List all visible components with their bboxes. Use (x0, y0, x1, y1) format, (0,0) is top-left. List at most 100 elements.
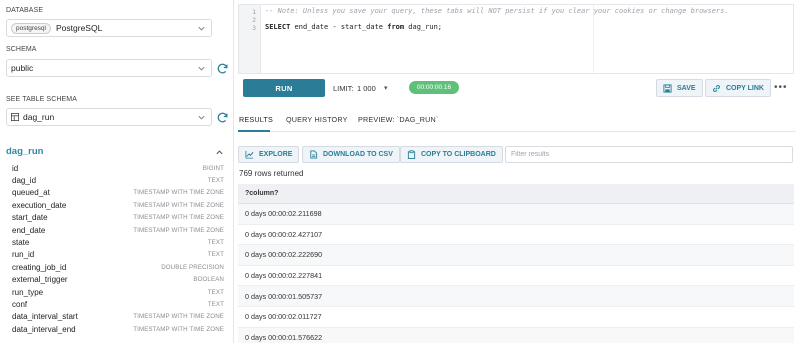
column-name: queued_at (12, 188, 50, 198)
table-row[interactable]: 0 days 00:00:02.227841 (238, 266, 794, 287)
explore-button[interactable]: EXPLORE (238, 146, 300, 163)
more-options-icon[interactable]: ••• (774, 82, 788, 93)
table-row[interactable]: 0 days 00:00:02.011727 (238, 307, 794, 328)
column-type: TIMESTAMP WITH TIME ZONE (133, 226, 224, 234)
see-table-schema-label: SEE TABLE SCHEMA (6, 96, 77, 103)
table-cell: 0 days 00:00:02.227841 (245, 271, 323, 281)
schema-table-title: dag_run (6, 146, 44, 157)
column-type: TIMESTAMP WITH TIME ZONE (133, 214, 224, 222)
column-row: data_interval_end TIMESTAMP WITH TIME ZON… (12, 323, 224, 335)
column-type: TIMESTAMP WITH TIME ZONE (133, 313, 224, 321)
run-button[interactable]: RUN (243, 79, 325, 97)
tab-preview[interactable]: PREVIEW: `DAG_RUN` (358, 115, 439, 124)
column-list: id BIGINT dag_id TEXT queued_at TIMESTAMP W… (12, 162, 224, 335)
sql-expression: end_date - start_date (290, 23, 388, 31)
schema-value: public (11, 63, 34, 73)
database-select[interactable]: postgresql PostgreSQL (6, 19, 212, 37)
code-sql-line: SELECT end_date - start_date from dag_ru… (265, 23, 442, 31)
line-number: 1 (252, 8, 256, 16)
chevron-up-icon[interactable] (215, 148, 224, 157)
chevron-down-icon (198, 66, 205, 71)
database-label: DATABASE (6, 7, 44, 14)
download-csv-button[interactable]: DOWNLOAD TO CSV (302, 146, 400, 163)
column-name: start_date (12, 213, 48, 223)
tab-query-history[interactable]: QUERY HISTORY (286, 115, 348, 124)
clipboard-icon (407, 150, 416, 159)
copy-clipboard-label: COPY TO CLIPBOARD (421, 151, 496, 158)
column-name: end_date (12, 225, 46, 235)
print-margin-line (593, 5, 594, 73)
results-table: ?column? 0 days 00:00:02.211698 0 days 0… (238, 184, 794, 343)
table-cell: 0 days 00:00:01.505737 (245, 291, 323, 301)
column-row: run_id TEXT (12, 249, 224, 261)
table-cell: 0 days 00:00:01.576622 (245, 332, 323, 342)
table-header[interactable]: ?column? (238, 184, 794, 204)
table-icon (11, 113, 19, 121)
filter-results-input[interactable] (505, 146, 793, 163)
copy-link-button[interactable]: COPY LINK (705, 79, 771, 97)
result-tabs: RESULTS QUERY HISTORY PREVIEW: `DAG_RUN` (238, 108, 796, 132)
column-type: TEXT (207, 300, 224, 308)
column-row: execution_date TIMESTAMP WITH TIME ZONE (12, 199, 224, 211)
line-number: 2 (252, 16, 256, 24)
download-csv-label: DOWNLOAD TO CSV (323, 151, 393, 158)
refresh-schema-icon[interactable] (216, 62, 229, 75)
limit-dropdown-icon[interactable]: ▾ (384, 84, 388, 92)
table-row[interactable]: 0 days 00:00:02.427107 (238, 225, 794, 246)
table-row[interactable]: 0 days 00:00:02.222690 (238, 245, 794, 266)
column-type: TIMESTAMP WITH TIME ZONE (133, 201, 224, 209)
column-name: execution_date (12, 200, 67, 210)
chevron-down-icon (198, 115, 205, 120)
chart-line-icon (245, 150, 254, 159)
column-type: TIMESTAMP WITH TIME ZONE (133, 189, 224, 197)
table-select[interactable]: dag_run (6, 108, 212, 126)
table-row[interactable]: 0 days 00:00:01.576622 (238, 327, 794, 343)
column-name: conf (12, 299, 28, 309)
save-button[interactable]: SAVE (656, 79, 703, 97)
column-type: TIMESTAMP WITH TIME ZONE (133, 325, 224, 333)
column-row: id BIGINT (12, 162, 224, 174)
column-name: dag_id (12, 176, 37, 186)
column-type: TEXT (207, 177, 224, 185)
refresh-table-icon[interactable] (216, 111, 229, 124)
save-label: SAVE (677, 84, 696, 92)
column-name: data_interval_end (12, 324, 76, 334)
left-sidebar: DATABASE postgresql PostgreSQL SCHEMA pu… (0, 0, 234, 343)
column-row: start_date TIMESTAMP WITH TIME ZONE (12, 212, 224, 224)
sql-editor[interactable]: 1 2 3 -- Note: Unless you save your quer… (238, 4, 794, 74)
line-number-gutter: 1 2 3 (239, 5, 261, 73)
copy-link-label: COPY LINK (726, 84, 764, 92)
table-row[interactable]: 0 days 00:00:01.505737 (238, 286, 794, 307)
column-row: data_interval_start TIMESTAMP WITH TIME Z… (12, 311, 224, 323)
column-row: end_date TIMESTAMP WITH TIME ZONE (12, 224, 224, 236)
column-row: state TEXT (12, 236, 224, 248)
file-icon (310, 150, 318, 159)
column-type: TEXT (207, 239, 224, 247)
limit-value[interactable]: 1 000 (357, 84, 376, 93)
active-tab-indicator (238, 130, 270, 132)
sql-keyword: from (387, 23, 405, 31)
schema-table-header[interactable]: dag_run (6, 146, 226, 158)
schema-select[interactable]: public (6, 59, 212, 77)
column-row: dag_id TEXT (12, 174, 224, 186)
table-row[interactable]: 0 days 00:00:02.211698 (238, 204, 794, 225)
column-name: creating_job_id (12, 262, 67, 272)
link-icon (713, 84, 720, 92)
line-number: 3 (252, 24, 256, 32)
sql-table: dag_run; (404, 23, 443, 31)
limit-label: LIMIT: (333, 84, 354, 93)
column-row: creating_job_id DOUBLE PRECISION (12, 261, 224, 273)
query-timer-badge: 00:00:00.16 (409, 81, 459, 94)
table-cell: 0 days 00:00:02.211698 (245, 209, 322, 219)
database-badge: postgresql (11, 22, 51, 34)
chevron-down-icon (198, 26, 205, 31)
column-name: external_trigger (12, 275, 68, 285)
table-cell: 0 days 00:00:02.011727 (245, 312, 322, 322)
table-value: dag_run (23, 112, 55, 122)
schema-label: SCHEMA (6, 46, 37, 53)
column-row: conf TEXT (12, 298, 224, 310)
column-name: run_id (12, 250, 35, 260)
sql-keyword: SELECT (265, 23, 291, 31)
copy-clipboard-button[interactable]: COPY TO CLIPBOARD (400, 146, 503, 163)
tab-results[interactable]: RESULTS (239, 115, 273, 124)
